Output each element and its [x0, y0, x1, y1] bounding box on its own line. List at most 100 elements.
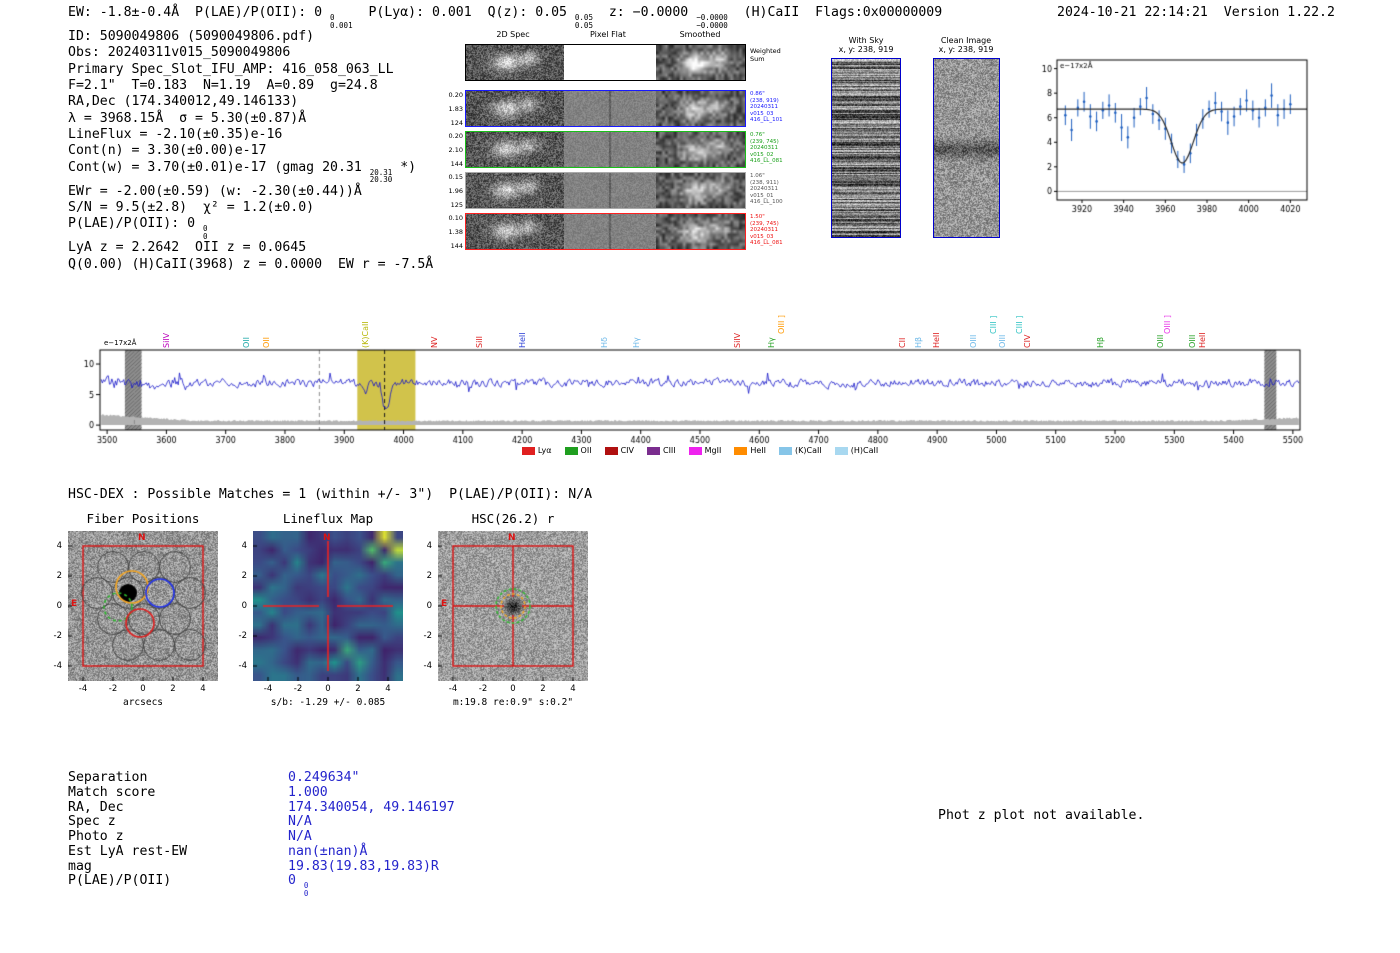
- y-tick-label: 0: [426, 601, 432, 611]
- match-row-value: nan(±nan)Å: [288, 843, 368, 859]
- fiber-annotation-line: 0.76": [750, 132, 765, 138]
- match-row-value: N/A: [288, 829, 312, 844]
- detection-info-block: ID: 5090049806 (5090049806.pdf) Obs: 2024…: [68, 29, 433, 273]
- with-sky-title: With Sky x, y: 238, 919: [829, 36, 903, 54]
- match-row: P(LAE)/P(OII) 0 00: [68, 873, 455, 898]
- spectral-line-label: HeII: [931, 332, 941, 348]
- header-datetime-version: 2024-10-21 22:14:21 Version 1.22.2: [1057, 5, 1335, 20]
- spectral-line-label: (K)CaII: [361, 321, 371, 348]
- legend-label: OII: [580, 446, 592, 455]
- legend-label: CIV: [620, 446, 634, 455]
- match-row: Separation 0.249634": [68, 770, 455, 785]
- fiber-weight-values: 0.20 1.83 124: [441, 90, 463, 128]
- match-row: mag 19.83(19.83,19.83)R: [68, 859, 455, 874]
- photz-note: Phot z plot not available.: [938, 808, 1145, 823]
- y-tick-label: 2: [426, 571, 432, 581]
- weighted-smoothed-strip: [656, 45, 745, 80]
- x-tick-label: 4: [385, 684, 391, 694]
- match-row: Photo z N/A: [68, 829, 455, 844]
- match-row-label: P(LAE)/P(OII): [68, 873, 172, 889]
- info-line: S/N = 9.5(±2.8) χ² = 1.2(±0.0): [68, 200, 315, 216]
- fiber-weight-value: 125: [450, 201, 463, 209]
- cutout-strip-row: [465, 213, 746, 250]
- cutout-2d-spec-strip: [466, 214, 564, 249]
- cutout-2d-spec-strip: [466, 173, 564, 208]
- x-tick-label: -4: [78, 684, 88, 694]
- match-row-label: Match score: [68, 784, 156, 800]
- panel-title-hsc_r: HSC(26.2) r: [471, 511, 555, 526]
- legend-item: CIV: [604, 446, 634, 455]
- legend-swatch: [521, 446, 535, 455]
- sup-sub-value: 00: [202, 224, 208, 241]
- info-line: λ = 3968.15Å σ = 5.30(±0.87)Å: [68, 110, 307, 126]
- spectral-line-label: OIII ]: [1163, 314, 1173, 334]
- legend-swatch: [734, 446, 748, 455]
- match-row-label: RA, Dec: [68, 799, 124, 815]
- fiber-annotation-line: 416_LL_081: [750, 240, 783, 247]
- fiber-annotation-line: (238, 919): [750, 97, 779, 104]
- fiber-weight-value: 2.10: [448, 146, 463, 154]
- x-tick-label: 2: [355, 684, 361, 694]
- spectral-line-label: OIII: [998, 334, 1008, 348]
- cutout-column-title: Pixel Flat: [590, 30, 626, 39]
- compass-north-label: N: [508, 533, 516, 543]
- y-tick-label: -4: [238, 661, 247, 671]
- cutout-smoothed-strip: [656, 91, 745, 126]
- spectral-line-label: Hδ: [599, 337, 609, 348]
- x-tick-label: -2: [478, 684, 488, 694]
- legend-label: HeII: [750, 446, 767, 455]
- y-tick-label: 4: [56, 541, 62, 551]
- cutout-column-title: Smoothed: [679, 30, 721, 39]
- fiber-annotation-line: 416_LL_081: [750, 158, 783, 165]
- with-sky-title-text: With Sky: [848, 36, 884, 45]
- x-tick-label: 4: [570, 684, 576, 694]
- x-tick-label: -4: [263, 684, 273, 694]
- info-line: F=2.1" T=0.183 N=1.19 A=0.89 g=24.8: [68, 78, 378, 94]
- fiber-annotation-line: (239, 745): [750, 138, 779, 145]
- panel-image-hsc_r: [438, 531, 588, 681]
- match-row-value: 1.000: [288, 784, 328, 800]
- x-tick-label: 0: [140, 684, 146, 694]
- compass-north-label: N: [323, 533, 331, 543]
- header-summary-line: EW: -1.8±-0.4Å P(LAE)/P(OII): 0 0 0.001 P…: [68, 5, 943, 30]
- spectral-line-label: SiII: [475, 335, 485, 348]
- match-row-value: 19.83(19.83,19.83)R: [288, 858, 439, 874]
- match-row: Match score 1.000: [68, 785, 455, 800]
- y-tick-label: 2: [56, 571, 62, 581]
- cutout-smoothed-strip: [656, 173, 745, 208]
- info-line: Cont(w) = 3.70(±0.01)e-17 (gmag 20.31 20…: [68, 159, 417, 185]
- fiber-annotation-line: 20240311: [750, 145, 778, 152]
- compass-east-label: E: [71, 599, 78, 609]
- match-row-value: N/A: [288, 814, 312, 830]
- panel-xlabel-lineflux_map: s/b: -1.29 +/- 0.085: [270, 697, 386, 708]
- hsc-match-header: HSC-DEX : Possible Matches = 1 (within +…: [68, 487, 593, 502]
- elixer-report-page: EW: -1.8±-0.4Å P(LAE)/P(OII): 0 0 0.001 P…: [0, 0, 1400, 953]
- y-tick-label: -2: [53, 631, 62, 641]
- fiber-weight-value: 144: [450, 160, 463, 168]
- cutout-smoothed-strip: [656, 214, 745, 249]
- fiber-weight-values: 0.20 2.10 144: [441, 131, 463, 169]
- spectral-line-label: CIII ]: [988, 315, 998, 334]
- spectral-line-label: Hβ: [1096, 336, 1106, 348]
- info-line: ID: 5090049806 (5090049806.pdf): [68, 29, 315, 44]
- sup-sub-value: 0.05 0.05: [574, 13, 593, 30]
- fiber-annotation-line: v015_03: [750, 233, 774, 240]
- compass-north-label: N: [138, 533, 146, 543]
- spectral-line-label: Hγ: [631, 337, 641, 348]
- spectral-line-label: CII: [897, 337, 907, 348]
- legend-item: HeII: [734, 446, 766, 455]
- fiber-weight-value: 124: [450, 119, 463, 127]
- cutout-strip-row: [465, 172, 746, 209]
- cutout-strip-row: [465, 90, 746, 127]
- legend-item: OII: [564, 446, 592, 455]
- fiber-annotation-line: v015_03: [750, 110, 774, 117]
- panel-image-fiber_positions: [68, 531, 218, 681]
- legend-swatch: [779, 446, 793, 455]
- clean-image-title-text: Clean Image: [940, 36, 992, 45]
- fiber-annotation-line: (239, 745): [750, 220, 779, 227]
- fiber-annotation-line: 1.50": [750, 214, 765, 220]
- legend-item: CIII: [646, 446, 676, 455]
- match-row-label: Separation: [68, 770, 148, 785]
- x-tick-label: 2: [540, 684, 546, 694]
- match-row-value: 0 00: [288, 873, 309, 898]
